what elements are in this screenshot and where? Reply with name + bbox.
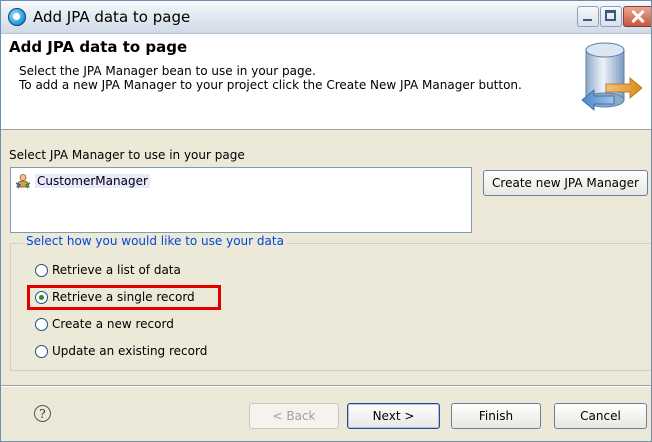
maximize-button[interactable]	[600, 6, 622, 27]
person-bean-icon	[15, 174, 31, 189]
radio-button[interactable]	[35, 317, 48, 331]
header-description-line2: To add a new JPA Manager to your project…	[19, 78, 522, 92]
highlight-box	[27, 285, 221, 310]
header-description-line1: Select the JPA Manager bean to use in yo…	[19, 64, 316, 78]
question-mark-icon[interactable]: ?	[34, 405, 51, 422]
footer-separator	[1, 385, 651, 387]
radio-label: Update an existing record	[52, 344, 208, 358]
radio-button[interactable]	[35, 263, 48, 277]
radio-update-record[interactable]: Update an existing record	[35, 342, 207, 360]
create-new-jpa-manager-button[interactable]: Create new JPA Manager	[483, 170, 648, 196]
list-item-label: CustomerManager	[35, 174, 150, 188]
minimize-button[interactable]	[577, 6, 599, 27]
cancel-button[interactable]: Cancel	[554, 403, 647, 429]
radio-label: Create a new record	[52, 317, 174, 331]
radio-retrieve-list[interactable]: Retrieve a list of data	[35, 261, 181, 279]
radio-create-record[interactable]: Create a new record	[35, 315, 174, 333]
database-arrows-icon	[581, 42, 643, 111]
close-button[interactable]	[623, 6, 651, 27]
usage-group-legend: Select how you would like to use your da…	[23, 234, 287, 248]
wizard-header: Add JPA data to page Select the JPA Mana…	[1, 34, 651, 130]
list-item[interactable]: CustomerManager	[15, 172, 150, 190]
title-bar[interactable]: Add JPA data to page	[1, 1, 651, 34]
next-button[interactable]: Next >	[347, 403, 440, 429]
window-title: Add JPA data to page	[33, 8, 191, 26]
radio-button[interactable]	[35, 344, 48, 358]
manager-listbox[interactable]: CustomerManager	[10, 167, 472, 233]
dialog-window: Add JPA data to page Add JPA data to pag…	[0, 0, 652, 442]
manager-select-label: Select JPA Manager to use in your page	[9, 148, 245, 162]
finish-button[interactable]: Finish	[451, 403, 541, 429]
radio-label: Retrieve a list of data	[52, 263, 181, 277]
app-icon	[8, 8, 26, 26]
page-title: Add JPA data to page	[9, 38, 188, 56]
back-button[interactable]: < Back	[249, 403, 339, 429]
